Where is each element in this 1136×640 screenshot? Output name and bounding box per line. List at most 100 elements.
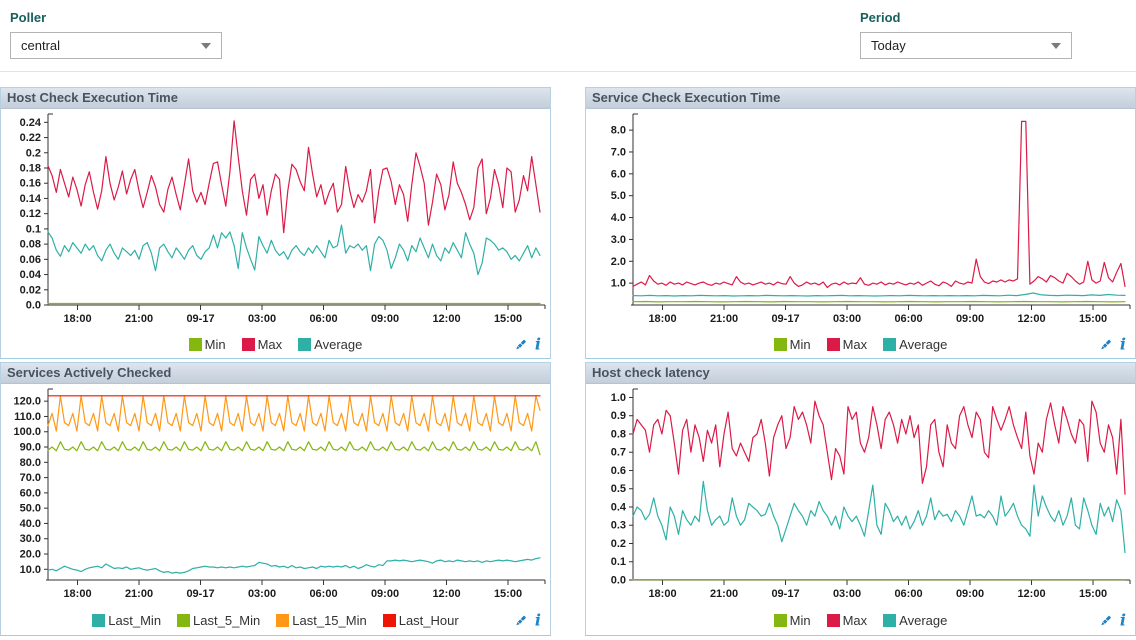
info-icon[interactable]: i <box>1120 615 1126 627</box>
svg-text:21:00: 21:00 <box>125 588 153 600</box>
legend-item-last_5_min[interactable]: Last_5_Min <box>177 613 260 628</box>
legend-swatch <box>827 338 840 351</box>
legend-swatch <box>883 614 896 627</box>
legend-label: Last_5_Min <box>193 613 260 628</box>
svg-text:5.0: 5.0 <box>611 190 626 202</box>
poller-control: Poller central <box>10 10 222 71</box>
svg-text:60.0: 60.0 <box>20 487 41 499</box>
svg-text:12:00: 12:00 <box>1017 588 1045 600</box>
panel-title: Host check latency <box>586 363 1135 384</box>
svg-text:0.3: 0.3 <box>611 520 626 532</box>
svg-text:0.04: 0.04 <box>20 269 42 281</box>
svg-text:06:00: 06:00 <box>894 588 922 600</box>
svg-text:0.6: 0.6 <box>611 465 626 477</box>
svg-text:8.0: 8.0 <box>611 125 626 137</box>
svg-text:09:00: 09:00 <box>956 588 984 600</box>
svg-text:4.0: 4.0 <box>611 212 626 224</box>
chart-services-actively-checked[interactable]: 10.020.030.040.050.060.070.080.090.0100.… <box>1 384 550 606</box>
svg-text:2.0: 2.0 <box>611 256 626 268</box>
panel-service-check-execution-time: Service Check Execution Time 1.02.03.04.… <box>585 87 1136 359</box>
period-label: Period <box>860 10 1072 25</box>
edit-graph-icon[interactable] <box>513 613 528 628</box>
svg-text:0.06: 0.06 <box>20 254 41 266</box>
edit-graph-icon[interactable] <box>1098 337 1113 352</box>
legend-label: Max <box>258 337 283 352</box>
edit-graph-icon[interactable] <box>513 337 528 352</box>
chart-host-check-latency[interactable]: 0.00.10.20.30.40.50.60.70.80.91.018:0021… <box>586 384 1135 606</box>
chart-host-check-execution-time[interactable]: 0.00.020.040.060.080.10.120.140.160.180.… <box>1 109 550 331</box>
panel-title: Host Check Execution Time <box>1 88 550 109</box>
legend-item-max[interactable]: Max <box>827 613 868 628</box>
legend-item-last_min[interactable]: Last_Min <box>92 613 161 628</box>
svg-text:3.0: 3.0 <box>611 234 626 246</box>
legend-item-min[interactable]: Min <box>774 613 811 628</box>
svg-text:03:00: 03:00 <box>248 588 276 600</box>
legend-label: Min <box>205 337 226 352</box>
svg-text:0.08: 0.08 <box>20 239 41 251</box>
chart-actions: i <box>513 613 541 628</box>
info-icon[interactable]: i <box>535 339 541 351</box>
svg-text:120.0: 120.0 <box>13 396 41 408</box>
svg-text:70.0: 70.0 <box>20 472 41 484</box>
legend-item-last_hour[interactable]: Last_Hour <box>383 613 459 628</box>
legend-swatch <box>298 338 311 351</box>
svg-text:0.7: 0.7 <box>611 447 626 459</box>
legend-item-min[interactable]: Min <box>189 337 226 352</box>
svg-text:30.0: 30.0 <box>20 533 41 545</box>
chart-legend: Min Max Average <box>774 613 948 628</box>
chevron-down-icon <box>201 43 211 49</box>
legend-item-last_15_min[interactable]: Last_15_Min <box>276 613 366 628</box>
svg-text:0.2: 0.2 <box>611 538 626 550</box>
poller-select[interactable]: central <box>10 32 222 59</box>
legend-swatch <box>883 338 896 351</box>
chart-actions: i <box>1098 613 1126 628</box>
svg-text:0.18: 0.18 <box>20 162 41 174</box>
legend-row: Min Max Average i <box>586 331 1135 358</box>
legend-label: Last_15_Min <box>292 613 366 628</box>
svg-text:18:00: 18:00 <box>63 313 91 325</box>
svg-text:0.2: 0.2 <box>26 147 41 159</box>
svg-text:1.0: 1.0 <box>611 278 626 290</box>
legend-label: Max <box>843 337 868 352</box>
legend-swatch <box>774 614 787 627</box>
info-icon[interactable]: i <box>535 615 541 627</box>
svg-text:0.8: 0.8 <box>611 428 626 440</box>
edit-graph-icon[interactable] <box>1098 613 1113 628</box>
svg-text:06:00: 06:00 <box>894 313 922 325</box>
chart-service-check-execution-time[interactable]: 1.02.03.04.05.06.07.08.018:0021:0009-170… <box>586 109 1135 331</box>
svg-text:20.0: 20.0 <box>20 549 41 561</box>
svg-text:18:00: 18:00 <box>648 588 676 600</box>
legend-label: Average <box>899 337 947 352</box>
legend-item-average[interactable]: Average <box>883 613 947 628</box>
svg-text:09-17: 09-17 <box>186 588 214 600</box>
legend-swatch <box>383 614 396 627</box>
legend-label: Min <box>790 337 811 352</box>
svg-text:0.14: 0.14 <box>20 193 42 205</box>
legend-swatch <box>92 614 105 627</box>
svg-text:15:00: 15:00 <box>494 313 522 325</box>
svg-text:0.0: 0.0 <box>611 575 626 587</box>
chart-legend: Min Max Average <box>189 337 363 352</box>
chart-actions: i <box>513 337 541 352</box>
svg-text:90.0: 90.0 <box>20 442 41 454</box>
legend-item-min[interactable]: Min <box>774 337 811 352</box>
legend-swatch <box>242 338 255 351</box>
svg-text:15:00: 15:00 <box>494 588 522 600</box>
svg-text:6.0: 6.0 <box>611 168 626 180</box>
legend-item-average[interactable]: Average <box>883 337 947 352</box>
legend-item-average[interactable]: Average <box>298 337 362 352</box>
svg-text:21:00: 21:00 <box>710 313 738 325</box>
period-select[interactable]: Today <box>860 32 1072 59</box>
legend-label: Max <box>843 613 868 628</box>
legend-item-max[interactable]: Max <box>242 337 283 352</box>
panel-title: Services Actively Checked <box>1 363 550 384</box>
legend-item-max[interactable]: Max <box>827 337 868 352</box>
svg-text:03:00: 03:00 <box>248 313 276 325</box>
info-icon[interactable]: i <box>1120 339 1126 351</box>
legend-swatch <box>276 614 289 627</box>
legend-label: Average <box>899 613 947 628</box>
svg-text:80.0: 80.0 <box>20 457 41 469</box>
svg-text:0.16: 0.16 <box>20 178 41 190</box>
chart-legend: Min Max Average <box>774 337 948 352</box>
svg-text:06:00: 06:00 <box>309 588 337 600</box>
